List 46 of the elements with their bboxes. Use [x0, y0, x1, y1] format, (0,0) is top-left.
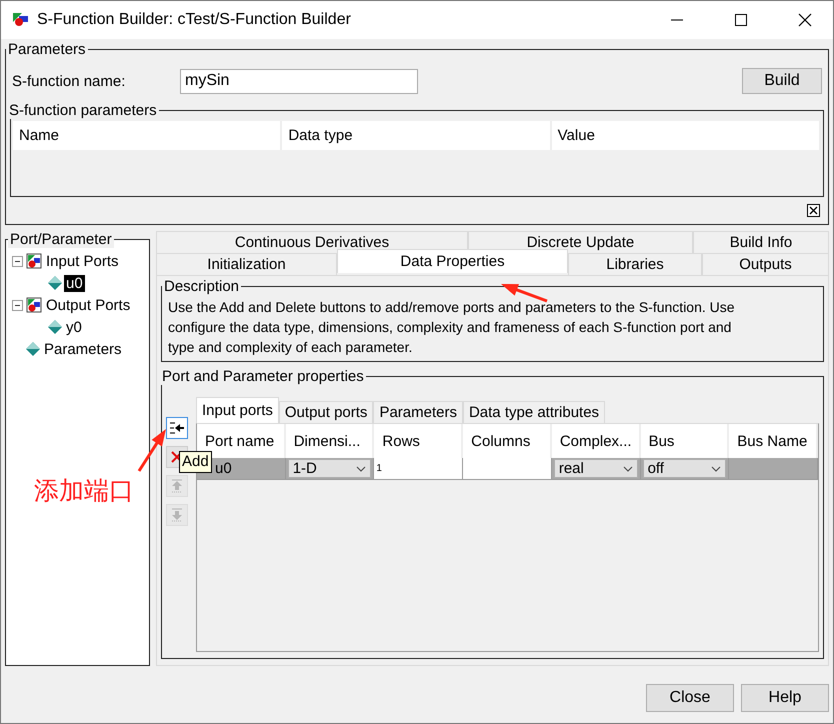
tab[interactable]: Output ports	[278, 401, 374, 423]
help-button[interactable]: Help	[741, 684, 829, 712]
column-header[interactable]: Dimensi...	[286, 424, 374, 458]
column-header[interactable]: Value	[552, 121, 821, 150]
group-title: Parameters	[7, 41, 87, 58]
field-label: S-function name:	[12, 72, 126, 90]
tab[interactable]: Parameters	[373, 401, 463, 423]
tab[interactable]: Libraries	[568, 253, 702, 275]
column-header[interactable]: Bus Name	[729, 424, 818, 458]
column-header[interactable]: Bus	[640, 424, 730, 458]
description-text: configure the data type, dimensions, complexity and frameness of each S-function port and	[168, 318, 732, 337]
tree-item[interactable]: y0	[64, 318, 84, 336]
tree-item[interactable]: Output Ports	[44, 296, 132, 314]
column-header[interactable]: Columns	[463, 424, 552, 458]
column-header[interactable]: Rows	[374, 424, 464, 458]
tab[interactable]: Continuous Derivatives	[156, 231, 468, 253]
tab[interactable]: Build Info	[693, 231, 829, 253]
description-text: Use the Add and Delete buttons to add/remove ports and parameters to the S-function. Use	[168, 298, 735, 317]
tree-item[interactable]: Input Ports	[44, 252, 121, 270]
tree-item[interactable]: Parameters	[42, 340, 124, 358]
group-title: Description	[163, 278, 240, 295]
dropdown[interactable]: 1-D	[288, 459, 372, 478]
dropdown[interactable]: off	[642, 459, 726, 478]
group-title: S-function parameters	[8, 102, 158, 119]
tab[interactable]: Discrete Update	[468, 231, 693, 253]
group-title: Port/Parameter	[8, 231, 114, 248]
tab[interactable]: Data type attributes	[462, 401, 606, 423]
column-header[interactable]: Complex...	[552, 424, 641, 458]
close-button[interactable]: Close	[646, 684, 734, 712]
window-title: S-Function Builder: cTest/S-Function Builder	[37, 11, 352, 29]
table-cell: u0	[215, 460, 232, 477]
annotation-label: 添加端口	[34, 476, 134, 507]
build-button[interactable]: Build	[742, 68, 822, 94]
tab[interactable]: Input ports	[196, 397, 279, 423]
tree-item[interactable]: u0	[64, 274, 85, 292]
tab[interactable]: Initialization	[156, 253, 337, 275]
tooltip: Add	[179, 451, 212, 473]
dropdown[interactable]: real	[554, 459, 638, 478]
tab[interactable]: Data Properties	[337, 249, 568, 273]
name-field[interactable]: mySin	[180, 68, 418, 94]
column-header[interactable]: Data type	[282, 121, 552, 150]
tab[interactable]: Outputs	[702, 253, 829, 275]
description-text: type and complexity of each parameter.	[168, 338, 412, 357]
table-cell[interactable]: 1	[376, 463, 382, 474]
column-header[interactable]: Name	[13, 121, 282, 150]
group-title: Port and Parameter properties	[161, 368, 365, 385]
